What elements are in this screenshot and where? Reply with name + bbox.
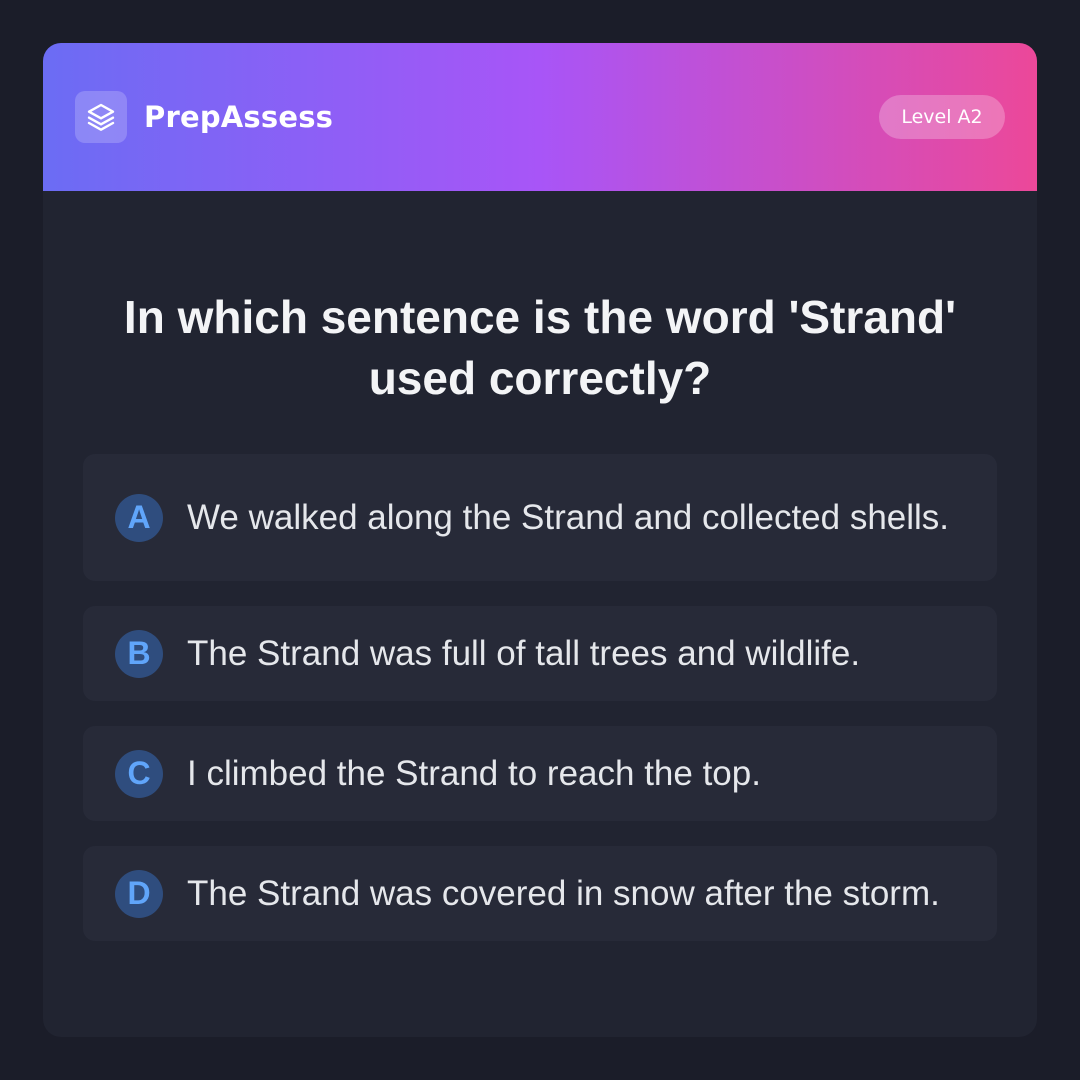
option-b[interactable]: B The Strand was full of tall trees and … bbox=[83, 606, 997, 701]
quiz-card: PrepAssess Level A2 In which sentence is… bbox=[43, 43, 1037, 1037]
layers-icon bbox=[75, 91, 127, 143]
option-d[interactable]: D The Strand was covered in snow after t… bbox=[83, 846, 997, 941]
option-text: The Strand was full of tall trees and wi… bbox=[187, 633, 861, 673]
option-letter: A bbox=[115, 493, 163, 542]
question-text: In which sentence is the word 'Strand' u… bbox=[123, 291, 957, 404]
option-text: The Strand was covered in snow after the… bbox=[187, 873, 940, 913]
option-letter: D bbox=[115, 869, 163, 918]
option-c[interactable]: C I climbed the Strand to reach the top. bbox=[83, 726, 997, 821]
option-text: I climbed the Strand to reach the top. bbox=[187, 753, 761, 793]
brand: PrepAssess bbox=[75, 91, 333, 143]
option-text: We walked along the Strand and collected… bbox=[187, 497, 950, 537]
option-letter: C bbox=[115, 749, 163, 798]
quiz-header: PrepAssess Level A2 bbox=[43, 43, 1037, 191]
option-letter: B bbox=[115, 629, 163, 678]
level-badge: Level A2 bbox=[879, 95, 1005, 139]
option-a[interactable]: A We walked along the Strand and collect… bbox=[83, 454, 997, 581]
app-title: PrepAssess bbox=[144, 100, 334, 134]
